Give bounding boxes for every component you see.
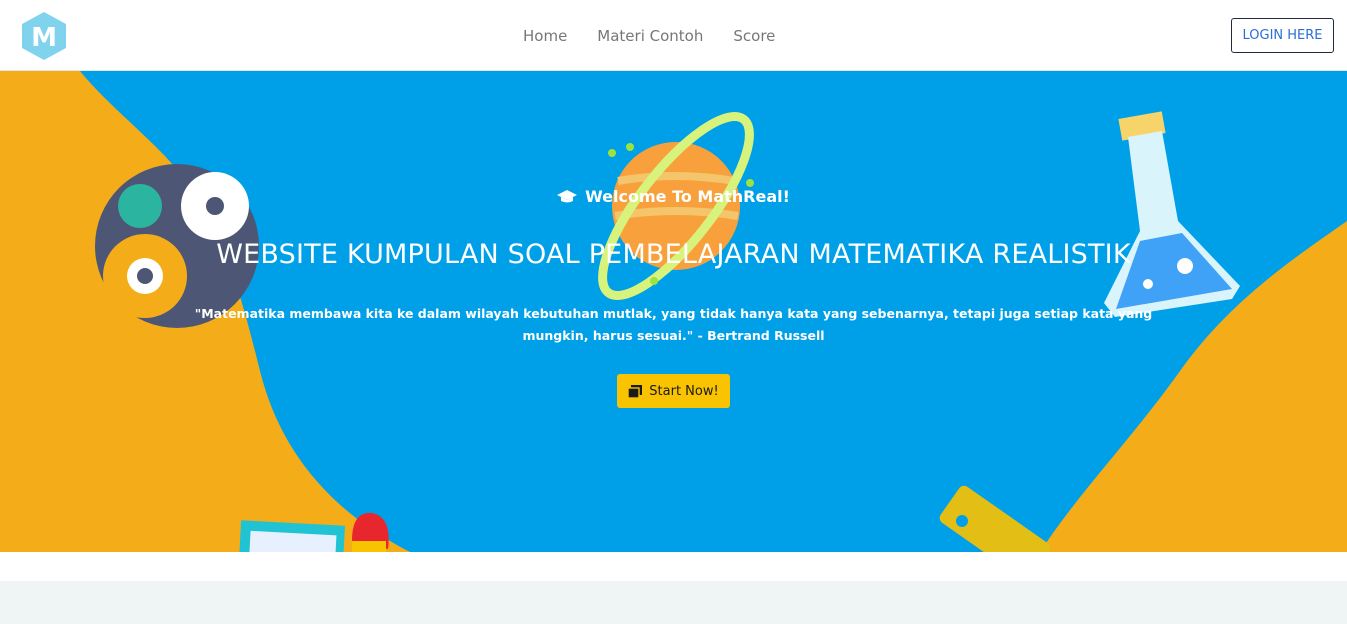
hero-banner: Welcome To MathReal! WEBSITE KUMPULAN SO… xyxy=(0,71,1347,552)
start-now-button[interactable]: Start Now! xyxy=(617,374,730,408)
nav-menu: Home Materi Contoh Score xyxy=(508,26,790,46)
graduation-cap-icon xyxy=(557,190,578,203)
nav-home[interactable]: Home xyxy=(508,26,582,46)
welcome-heading: Welcome To MathReal! xyxy=(0,187,1347,206)
welcome-text: Welcome To MathReal! xyxy=(585,187,790,206)
next-section xyxy=(0,581,1347,624)
nav-score[interactable]: Score xyxy=(718,26,790,46)
hero-title: WEBSITE KUMPULAN SOAL PEMBELAJARAN MATEM… xyxy=(216,239,1131,270)
nav-materi-contoh[interactable]: Materi Contoh xyxy=(582,26,718,46)
login-button[interactable]: LOGIN HERE xyxy=(1231,18,1334,53)
logo-letter: M xyxy=(31,23,57,53)
hero-quote: "Matematika membawa kita ke dalam wilaya… xyxy=(194,306,1153,343)
logo-icon[interactable]: M xyxy=(20,11,68,61)
start-now-label: Start Now! xyxy=(649,383,719,399)
copy-icon xyxy=(628,384,643,398)
hero-content: Welcome To MathReal! WEBSITE KUMPULAN SO… xyxy=(0,71,1347,552)
navbar: M Home Materi Contoh Score LOGIN HERE xyxy=(0,0,1347,71)
